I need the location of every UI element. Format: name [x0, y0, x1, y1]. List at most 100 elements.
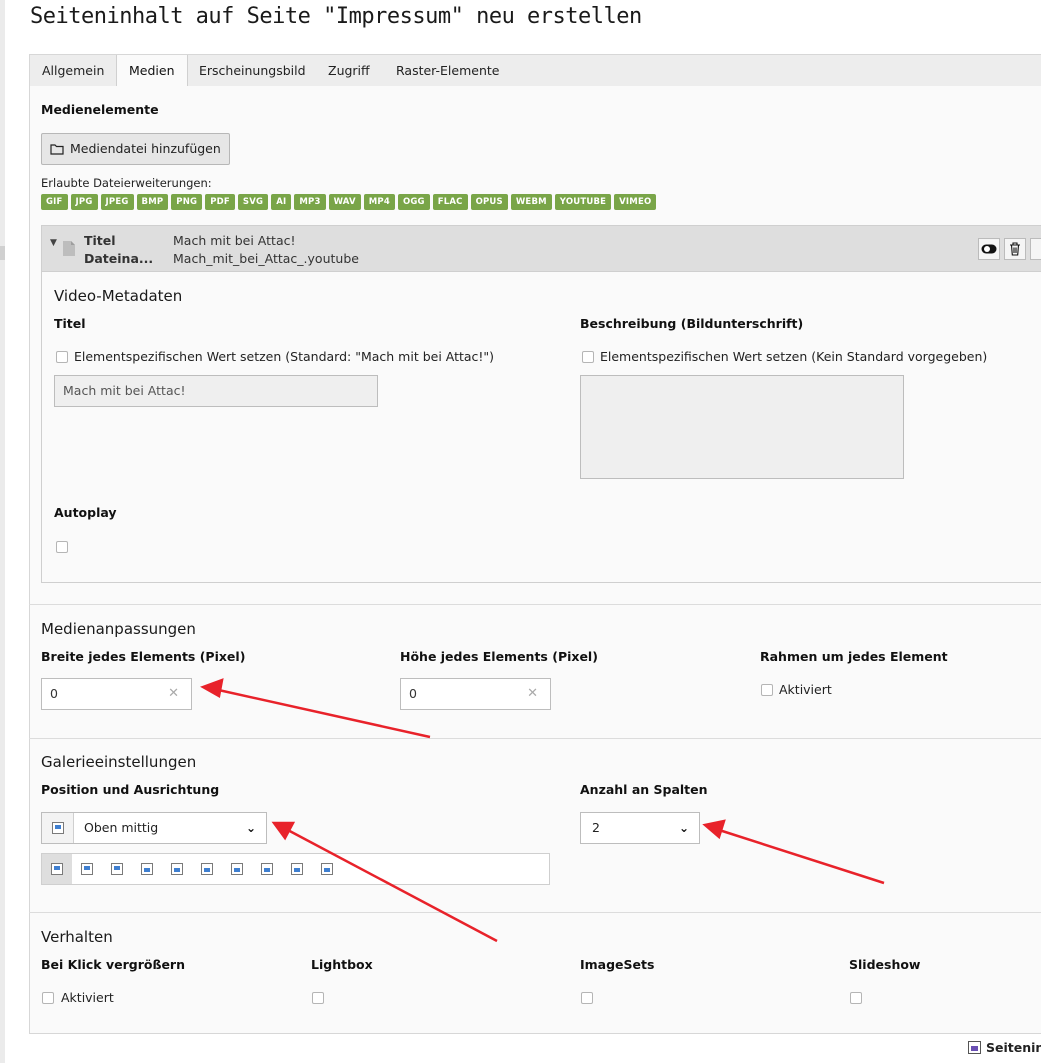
extension-badges: GIF JPG JPEG BMP PNG PDF SVG AI MP3 WAV MP4 OGG FLAC… [41, 194, 657, 210]
tab-raster-elemente[interactable]: Raster-Elemente [384, 55, 511, 87]
extension-badge: WEBM [510, 194, 552, 210]
extension-badge: MP3 [294, 194, 326, 210]
slideshow-checkbox[interactable] [850, 992, 862, 1004]
position-option-icon[interactable] [102, 854, 132, 884]
autoplay-checkbox[interactable] [56, 541, 68, 553]
file-title-value: Mach mit bei Attac! [173, 233, 296, 248]
footer-content-label[interactable]: Seitenin [968, 1040, 1041, 1055]
position-select[interactable]: Oben mittig ⌄ [41, 812, 267, 844]
height-label: Höhe jedes Elements (Pixel) [400, 649, 598, 664]
toggle-visibility-button[interactable] [978, 238, 1000, 260]
extension-badge: MP4 [363, 194, 395, 210]
add-media-button[interactable]: Mediendatei hinzufügen [41, 133, 230, 165]
left-edge-bar [0, 0, 5, 1063]
lightbox-checkbox[interactable] [312, 992, 324, 1004]
border-checkbox-label: Aktiviert [779, 682, 832, 697]
extension-badge: OGG [397, 194, 430, 210]
extension-badge: AI [271, 194, 292, 210]
tab-zugriff[interactable]: Zugriff [316, 55, 382, 87]
more-button[interactable] [1030, 238, 1041, 260]
extension-badge: SVG [237, 194, 269, 210]
left-edge-tick [0, 246, 5, 260]
columns-select[interactable]: 2 ⌄ [580, 812, 700, 844]
content-element-icon [968, 1041, 981, 1054]
position-option-icon[interactable] [132, 854, 162, 884]
zoom-checkbox[interactable] [42, 992, 54, 1004]
section-divider [29, 738, 1041, 739]
media-heading: Medienelemente [41, 102, 159, 117]
extension-badge: PDF [205, 194, 235, 210]
position-option-icon[interactable] [312, 854, 342, 884]
video-meta-heading: Video-Metadaten [54, 287, 183, 305]
width-label: Breite jedes Elements (Pixel) [41, 649, 246, 664]
columns-label: Anzahl an Spalten [580, 782, 708, 797]
border-label: Rahmen um jedes Element [760, 649, 948, 664]
position-option-icon[interactable] [252, 854, 282, 884]
chevron-down-icon: ⌄ [678, 821, 689, 835]
file-title-label: Titel [84, 233, 116, 248]
description-textarea[interactable] [580, 375, 904, 479]
section-divider [29, 912, 1041, 913]
height-input[interactable]: 0 ✕ [400, 678, 551, 710]
allowed-extensions-label: Erlaubte Dateierweiterungen: [41, 176, 212, 190]
file-filename-value: Mach_mit_bei_Attac_.youtube [173, 251, 359, 266]
position-value: Oben mittig [84, 820, 159, 835]
clear-height-icon[interactable]: ✕ [527, 679, 538, 709]
video-title-label: Titel [54, 316, 86, 331]
lightbox-label: Lightbox [311, 957, 373, 972]
folder-icon [50, 144, 64, 155]
clear-width-icon[interactable]: ✕ [168, 679, 179, 709]
imagesets-label: ImageSets [580, 957, 655, 972]
position-icon-strip [41, 853, 550, 885]
chevron-down-icon: ⌄ [245, 821, 256, 835]
position-option-icon[interactable] [162, 854, 192, 884]
extension-badge: GIF [41, 194, 68, 210]
columns-value: 2 [592, 820, 600, 835]
file-reference-header[interactable]: ▼ Titel Dateina... Mach mit bei Attac! M… [42, 226, 1041, 272]
description-override-checkbox[interactable] [582, 351, 594, 363]
position-option-icon[interactable] [222, 854, 252, 884]
add-media-label: Mediendatei hinzufügen [70, 141, 221, 156]
position-option-icon[interactable] [72, 854, 102, 884]
adjustments-heading: Medienanpassungen [41, 620, 196, 638]
position-preview-icon [42, 813, 74, 843]
title-input[interactable]: Mach mit bei Attac! [54, 375, 378, 407]
width-value: 0 [50, 686, 58, 701]
behaviour-heading: Verhalten [41, 928, 113, 946]
extension-badge: PNG [171, 194, 203, 210]
toggle-icon [981, 244, 997, 254]
zoom-label: Bei Klick vergrößern [41, 957, 185, 972]
extension-badge: BMP [136, 194, 169, 210]
tab-allgemein[interactable]: Allgemein [30, 55, 116, 87]
width-input[interactable]: 0 ✕ [41, 678, 192, 710]
page-title: Seiteninhalt auf Seite "Impressum" neu e… [30, 4, 642, 29]
extension-badge: JPEG [100, 194, 134, 210]
slideshow-label: Slideshow [849, 957, 921, 972]
position-option-icon[interactable] [42, 854, 72, 884]
title-override-checkbox[interactable] [56, 351, 68, 363]
collapse-caret-icon[interactable]: ▼ [50, 238, 57, 248]
height-value: 0 [409, 686, 417, 701]
section-divider [29, 604, 1041, 605]
extension-badge: WAV [328, 194, 361, 210]
extension-badge: YOUTUBE [554, 194, 612, 210]
title-override-label: Elementspezifischen Wert setzen (Standar… [74, 349, 495, 364]
position-label: Position und Ausrichtung [41, 782, 220, 797]
extension-badge: OPUS [470, 194, 508, 210]
imagesets-checkbox[interactable] [581, 992, 593, 1004]
description-label: Beschreibung (Bildunterschrift) [580, 316, 804, 331]
tab-erscheinungsbild[interactable]: Erscheinungsbild [187, 55, 318, 87]
description-override-label: Elementspezifischen Wert setzen (Kein St… [600, 349, 988, 364]
autoplay-label: Autoplay [54, 505, 117, 520]
delete-button[interactable] [1004, 238, 1026, 260]
position-option-icon[interactable] [192, 854, 222, 884]
zoom-checkbox-label: Aktiviert [61, 990, 114, 1005]
extension-badge: VIMEO [614, 194, 657, 210]
tab-bar: Allgemein Medien Erscheinungsbild Zugrif… [29, 54, 1041, 89]
extension-badge: JPG [70, 194, 98, 210]
footer-content-text: Seitenin [986, 1040, 1041, 1055]
border-checkbox[interactable] [761, 684, 773, 696]
trash-icon [1010, 242, 1020, 256]
position-option-icon[interactable] [282, 854, 312, 884]
tab-medien[interactable]: Medien [116, 55, 188, 89]
